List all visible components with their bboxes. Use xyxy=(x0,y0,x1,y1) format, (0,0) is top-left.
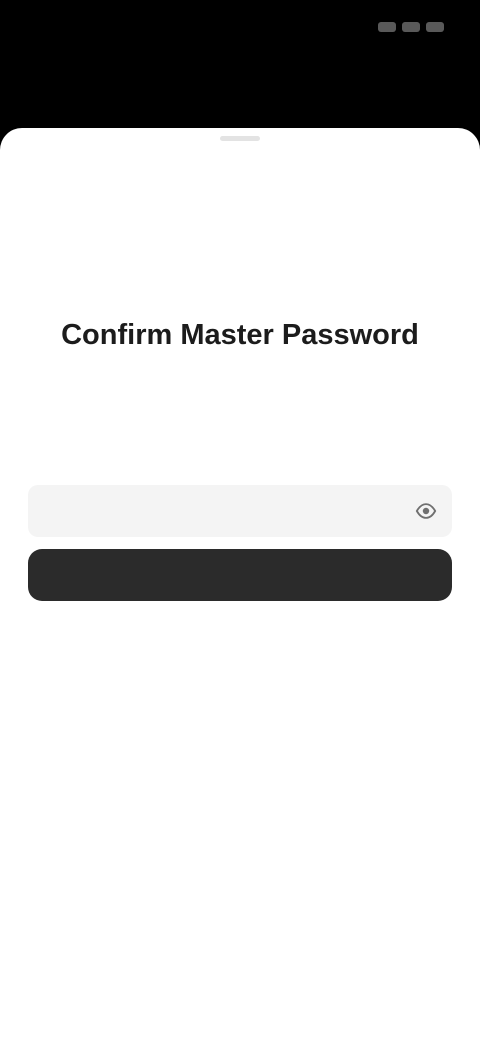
signal-icon xyxy=(378,22,396,32)
page-title: Confirm Master Password xyxy=(61,319,419,351)
link-row xyxy=(28,429,452,445)
wifi-icon xyxy=(402,22,420,32)
master-password-field[interactable] xyxy=(28,485,452,537)
show-password-button[interactable] xyxy=(412,497,440,525)
page-subtitle xyxy=(28,367,452,385)
master-password-input[interactable] xyxy=(28,485,452,537)
status-bar xyxy=(0,0,480,120)
eye-icon xyxy=(415,503,437,519)
confirm-button[interactable] xyxy=(28,549,452,601)
sheet-grabber[interactable] xyxy=(220,136,260,141)
modal-sheet: Confirm Master Password xyxy=(0,128,480,1040)
battery-icon xyxy=(426,22,444,32)
password-confirm-card: Confirm Master Password xyxy=(28,318,452,605)
status-icons xyxy=(378,22,444,32)
